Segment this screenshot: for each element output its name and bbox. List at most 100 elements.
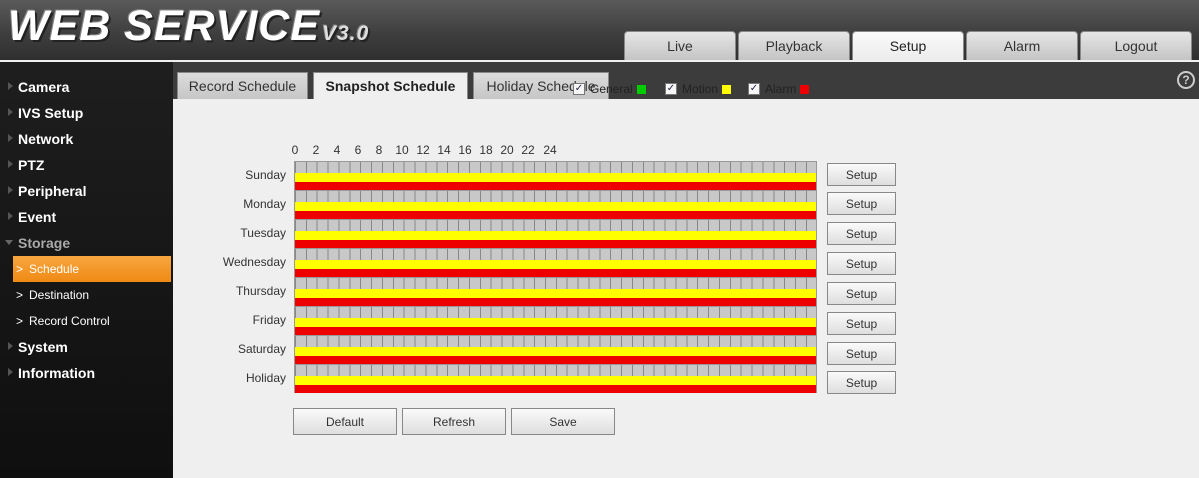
chevron-right-icon: > <box>16 288 24 302</box>
setup-button-monday[interactable]: Setup <box>827 192 896 215</box>
expand-arrow-icon <box>8 82 13 90</box>
hour-tick-label: 24 <box>543 143 557 157</box>
day-label-saturday: Saturday <box>237 342 286 356</box>
day-label-friday: Friday <box>252 313 286 327</box>
sidebar-item-ptz[interactable]: PTZ <box>0 152 173 178</box>
sidebar-subitem-destination[interactable]: > Destination <box>0 282 173 308</box>
default-button[interactable]: Default <box>293 408 397 435</box>
tab-record-schedule[interactable]: Record Schedule <box>177 72 308 99</box>
motion-track <box>295 318 816 327</box>
sidebar-item-storage[interactable]: Storage <box>0 230 173 256</box>
general-track <box>295 307 816 318</box>
chevron-right-icon: > <box>16 262 24 276</box>
schedule-bar-saturday[interactable] <box>294 335 817 364</box>
hour-tick-label: 18 <box>479 143 493 157</box>
sidebar-subitem-schedule[interactable]: > Schedule <box>13 256 171 282</box>
sidebar-subitem-label: Record Control <box>29 314 110 328</box>
header-bar: WEB SERVICEV3.0 Live Playback Setup Alar… <box>0 0 1199 62</box>
tab-snapshot-schedule[interactable]: Snapshot Schedule <box>313 72 468 99</box>
day-label-monday: Monday <box>243 197 286 211</box>
legend-label: Motion <box>682 82 719 96</box>
alarm-checkbox[interactable]: ✓ <box>748 83 760 95</box>
hour-tick-label: 22 <box>521 143 535 157</box>
setup-button-sunday[interactable]: Setup <box>827 163 896 186</box>
sidebar-item-peripheral[interactable]: Peripheral <box>0 178 173 204</box>
refresh-button[interactable]: Refresh <box>402 408 506 435</box>
motion-track <box>295 347 816 356</box>
alarm-track <box>295 385 816 393</box>
schedule-bar-wednesday[interactable] <box>294 248 817 277</box>
sidebar-subitem-label: Destination <box>29 288 90 302</box>
setup-button-wednesday[interactable]: Setup <box>827 252 896 275</box>
nav-logout[interactable]: Logout <box>1080 31 1192 60</box>
hour-tick-label: 14 <box>437 143 451 157</box>
hour-tick-label: 8 <box>375 143 383 157</box>
sidebar-item-information[interactable]: Information <box>0 360 173 386</box>
nav-live[interactable]: Live <box>624 31 736 60</box>
hour-tick-label: 0 <box>291 143 299 157</box>
setup-button-holiday[interactable]: Setup <box>827 371 896 394</box>
schedule-bar-holiday[interactable] <box>294 364 817 393</box>
sidebar-item-event[interactable]: Event <box>0 204 173 230</box>
sidebar-item-label: Peripheral <box>18 183 87 199</box>
sidebar-subitem-record-control[interactable]: > Record Control <box>0 308 173 334</box>
expand-arrow-icon <box>8 342 13 350</box>
sidebar-item-label: Storage <box>18 235 71 251</box>
legend-label: General <box>590 82 633 96</box>
general-track <box>295 220 816 231</box>
sidebar-item-system[interactable]: System <box>0 334 173 360</box>
hour-tick-label: 6 <box>354 143 362 157</box>
day-label-wednesday: Wednesday <box>222 255 286 269</box>
save-button[interactable]: Save <box>511 408 615 435</box>
sidebar-item-label: Camera <box>18 79 70 95</box>
nav-playback[interactable]: Playback <box>738 31 850 60</box>
setup-button-thursday[interactable]: Setup <box>827 282 896 305</box>
hour-tick-label: 12 <box>416 143 430 157</box>
legend-motion: ✓ Motion <box>665 82 741 96</box>
expand-arrow-icon <box>8 212 13 220</box>
day-label-sunday: Sunday <box>245 168 286 182</box>
setup-button-friday[interactable]: Setup <box>827 312 896 335</box>
alarm-track <box>295 298 816 306</box>
alarm-track <box>295 356 816 364</box>
alarm-track <box>295 211 816 219</box>
schedule-bar-thursday[interactable] <box>294 277 817 306</box>
legend-alarm: ✓ Alarm <box>748 82 819 96</box>
legend-label: Alarm <box>765 82 797 96</box>
general-checkbox[interactable]: ✓ <box>573 83 585 95</box>
expand-arrow-icon <box>8 368 13 376</box>
sidebar-item-label: Information <box>18 365 95 381</box>
motion-track <box>295 173 816 182</box>
logo-version: V3.0 <box>322 22 370 45</box>
expand-arrow-icon <box>8 134 13 142</box>
setup-button-saturday[interactable]: Setup <box>827 342 896 365</box>
expand-arrow-icon <box>8 160 13 168</box>
schedule-bar-sunday[interactable] <box>294 161 817 190</box>
alarm-track <box>295 240 816 248</box>
yellow-swatch-icon <box>722 84 732 94</box>
nav-setup[interactable]: Setup <box>852 31 964 60</box>
top-nav: Live Playback Setup Alarm Logout <box>624 31 1194 60</box>
hour-tick-label: 10 <box>395 143 409 157</box>
hour-tick-label: 16 <box>458 143 472 157</box>
hour-tick-label: 2 <box>312 143 320 157</box>
setup-button-tuesday[interactable]: Setup <box>827 222 896 245</box>
help-icon[interactable]: ? <box>1177 71 1195 89</box>
schedule-bar-friday[interactable] <box>294 306 817 335</box>
logo: WEB SERVICEV3.0 <box>8 2 369 51</box>
chevron-right-icon: > <box>16 314 24 328</box>
schedule-bar-tuesday[interactable] <box>294 219 817 248</box>
general-track <box>295 278 816 289</box>
hour-tick-label: 20 <box>500 143 514 157</box>
collapse-arrow-icon <box>5 240 13 245</box>
sidebar-item-camera[interactable]: Camera <box>0 74 173 100</box>
sidebar-item-ivs-setup[interactable]: IVS Setup <box>0 100 173 126</box>
motion-track <box>295 260 816 269</box>
legend-general: ✓ General <box>573 82 656 96</box>
nav-alarm[interactable]: Alarm <box>966 31 1078 60</box>
schedule-bar-monday[interactable] <box>294 190 817 219</box>
sidebar-item-network[interactable]: Network <box>0 126 173 152</box>
day-label-thursday: Thursday <box>235 284 286 298</box>
motion-checkbox[interactable]: ✓ <box>665 83 677 95</box>
sidebar-item-label: IVS Setup <box>18 105 84 121</box>
